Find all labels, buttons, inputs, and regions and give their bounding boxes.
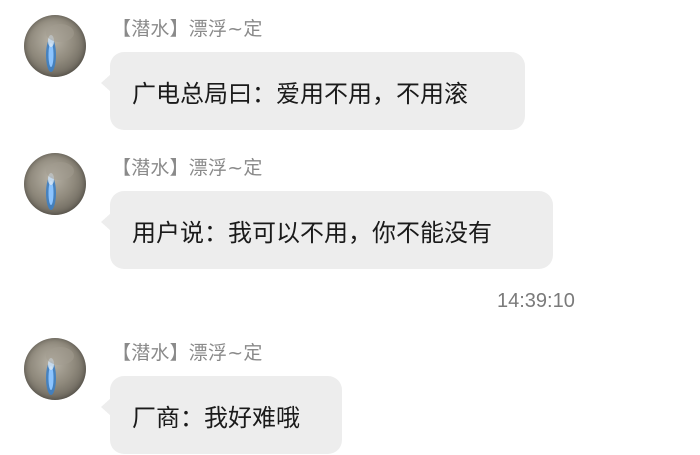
avatar-image-icon: [46, 162, 74, 210]
message-bubble[interactable]: 广电总局曰：爱用不用，不用滚: [101, 52, 525, 130]
timestamp: 14:39:10: [497, 290, 575, 312]
sender-name: 【潜水】漂浮~定: [112, 18, 263, 40]
message-bubble[interactable]: 厂商：我好难哦: [101, 376, 342, 454]
avatar-image-icon: [46, 24, 74, 72]
message-bubble[interactable]: 用户说：我可以不用，你不能没有: [101, 191, 553, 269]
sender-name: 【潜水】漂浮~定: [112, 342, 263, 364]
avatar[interactable]: [24, 153, 86, 215]
avatar-image-icon: [46, 347, 74, 395]
sender-name: 【潜水】漂浮~定: [112, 157, 263, 179]
avatar[interactable]: [24, 338, 86, 400]
avatar[interactable]: [24, 15, 86, 77]
